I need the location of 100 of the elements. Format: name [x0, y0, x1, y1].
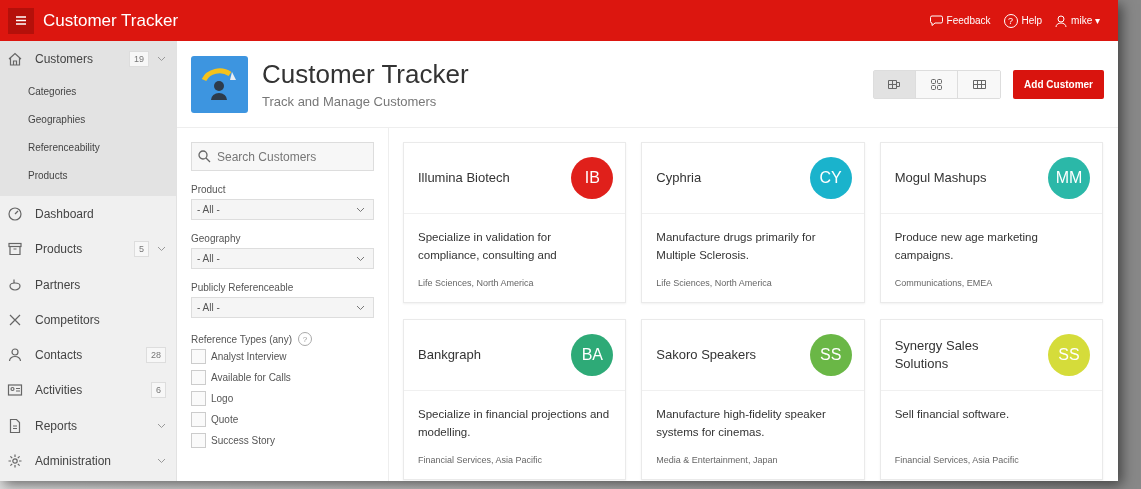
search-icon — [198, 150, 211, 163]
checkbox[interactable] — [191, 349, 206, 364]
customer-card[interactable]: Cyphria CY Manufacture drugs primarily for Multiple Sclerosis. Life Sciences, North America — [641, 142, 865, 303]
customer-tags: Media & Entertainment, Japan — [656, 455, 850, 465]
customer-name: Illumina Biotech — [418, 169, 511, 187]
filter-dropdown[interactable]: - All - — [191, 199, 374, 220]
nav-label: Reports — [35, 418, 79, 433]
view-toggle-button[interactable] — [874, 70, 917, 98]
customer-tags: Financial Services, Asia Pacific — [418, 455, 612, 465]
nav-item[interactable]: Products 5 — [0, 231, 176, 267]
customer-name: Synergy Sales Solutions — [894, 337, 980, 373]
header-link[interactable]: mike ▾ — [1055, 13, 1100, 28]
nav-label: Dashboard — [35, 206, 95, 221]
user-icon — [1055, 14, 1068, 27]
checkbox-option[interactable]: Quote — [191, 409, 374, 430]
nav-label: Products — [35, 242, 84, 257]
checkbox[interactable] — [191, 370, 206, 385]
count-badge: 28 — [146, 347, 166, 364]
count-badge: 19 — [129, 50, 149, 67]
page-title: Customer Tracker — [262, 59, 469, 90]
view-toggle-button[interactable] — [916, 70, 959, 98]
filter-label: Geography — [191, 233, 242, 244]
customer-description: Sell financial software. — [894, 407, 1011, 422]
gear-icon — [7, 453, 23, 469]
checkbox[interactable] — [191, 391, 206, 406]
tiles-icon — [930, 78, 944, 90]
submenu-item[interactable]: Referenceability — [0, 134, 176, 163]
customer-description: Manufacture drugs primarily for Multiple Sclerosis. — [656, 230, 817, 263]
id-card-icon — [7, 382, 23, 399]
customer-description: Specialize in validation for compliance, consulting and — [418, 230, 558, 263]
customer-tags: Financial Services, Asia Pacific — [894, 455, 1088, 465]
app-title: Customer Tracker — [43, 10, 179, 31]
nav-item[interactable]: Reports — [0, 408, 176, 444]
checkbox-option[interactable]: Available for Calls — [191, 367, 374, 388]
customer-card[interactable]: Sakoro Speakers SS Manufacture high-fidelity speaker systems for cinemas. Media & Entertainment, Japan — [641, 319, 865, 480]
archive-box-icon — [7, 241, 23, 258]
initials-avatar: IB — [571, 157, 614, 199]
page-subtitle: Track and Manage Customers — [262, 94, 438, 109]
submenu-item[interactable]: Categories — [0, 78, 176, 107]
submenu-item[interactable]: Geographies — [0, 106, 176, 135]
speech-bubble-icon — [929, 15, 943, 26]
customer-card[interactable]: Synergy Sales Solutions SS Sell financial software. Financial Services, Asia Pacific — [879, 319, 1103, 480]
initials-avatar: BA — [571, 334, 614, 376]
menu-icon — [16, 16, 26, 25]
customer-name: Cyphria — [656, 169, 703, 187]
nav-label: Partners — [35, 277, 82, 292]
initials-avatar: MM — [1048, 157, 1090, 199]
nav-label: Activities — [35, 383, 84, 398]
submenu-item[interactable]: Products — [0, 162, 176, 191]
customer-name: Sakoro Speakers — [656, 346, 758, 364]
customer-card[interactable]: Bankgraph BA Specialize in financial projections and modelling. Financial Services, Asia Pacific — [403, 319, 627, 480]
filter-dropdown[interactable]: - All - — [191, 248, 374, 269]
nav-item[interactable]: Activities 6 — [0, 372, 176, 409]
nav-item[interactable]: Contacts 28 — [0, 337, 176, 373]
customer-tags: Life Sciences, North America — [656, 278, 850, 288]
home-icon — [7, 50, 23, 67]
filter-dropdown[interactable]: - All - — [191, 297, 374, 318]
count-badge: 6 — [151, 382, 166, 399]
columns-icon — [972, 78, 986, 90]
chevron-down-icon — [356, 255, 365, 262]
header-link[interactable]: ? Help — [1003, 13, 1043, 28]
nav-item[interactable]: Dashboard — [0, 196, 176, 232]
add-customer-button[interactable]: Add Customer — [1013, 69, 1104, 99]
gauge-icon — [7, 205, 23, 222]
nav-label: Customers — [35, 51, 94, 66]
customer-description: Manufacture high-fidelity speaker systems for cinemas. — [656, 407, 827, 440]
customer-description: Specialize in financial projections and modelling. — [418, 407, 611, 440]
nav-item[interactable]: Competitors — [0, 302, 176, 338]
filter-label: Product — [191, 184, 227, 195]
chevron-down-icon — [356, 206, 365, 213]
nav-label: Administration — [35, 454, 113, 468]
customer-name: Bankgraph — [418, 346, 482, 364]
checkbox-option[interactable]: Logo — [191, 388, 374, 409]
search-field[interactable]: Search Customers — [191, 142, 374, 171]
filter-label: Reference Types (any) — [191, 333, 292, 345]
checkbox-option[interactable]: Success Story — [191, 430, 374, 451]
count-badge: 5 — [134, 241, 149, 258]
customer-name: Mogul Mashups — [894, 169, 988, 187]
nav-label: Competitors — [35, 312, 101, 327]
customer-card[interactable]: Illumina Biotech IB Specialize in validation for compliance, consulting and Life Sciences, North America — [403, 142, 627, 303]
checkbox[interactable] — [191, 433, 206, 448]
nav-item[interactable]: Administration — [0, 443, 176, 479]
initials-avatar: SS — [1048, 334, 1090, 376]
menu-button[interactable] — [8, 7, 34, 34]
initials-avatar: CY — [809, 157, 852, 199]
customer-description: Produce new age marketing campaigns. — [894, 230, 1039, 263]
customer-card[interactable]: Mogul Mashups MM Produce new age marketing campaigns. Communications, EMEA — [879, 142, 1103, 303]
grid-icon — [888, 78, 902, 90]
document-icon — [7, 417, 23, 434]
nav-item[interactable]: Customers 19 — [0, 41, 176, 77]
initials-avatar: SS — [809, 334, 852, 376]
checkbox[interactable] — [191, 412, 206, 427]
nav-item[interactable]: Partners — [0, 266, 176, 303]
chevron-down-icon — [356, 304, 365, 311]
person-icon — [7, 347, 23, 364]
view-toggle-button[interactable] — [958, 70, 1001, 98]
checkbox-option[interactable]: Analyst Interview — [191, 346, 374, 367]
nav-label: Contacts — [35, 348, 84, 363]
header-link[interactable]: Feedback — [929, 13, 991, 28]
app-logo-icon — [191, 55, 248, 113]
